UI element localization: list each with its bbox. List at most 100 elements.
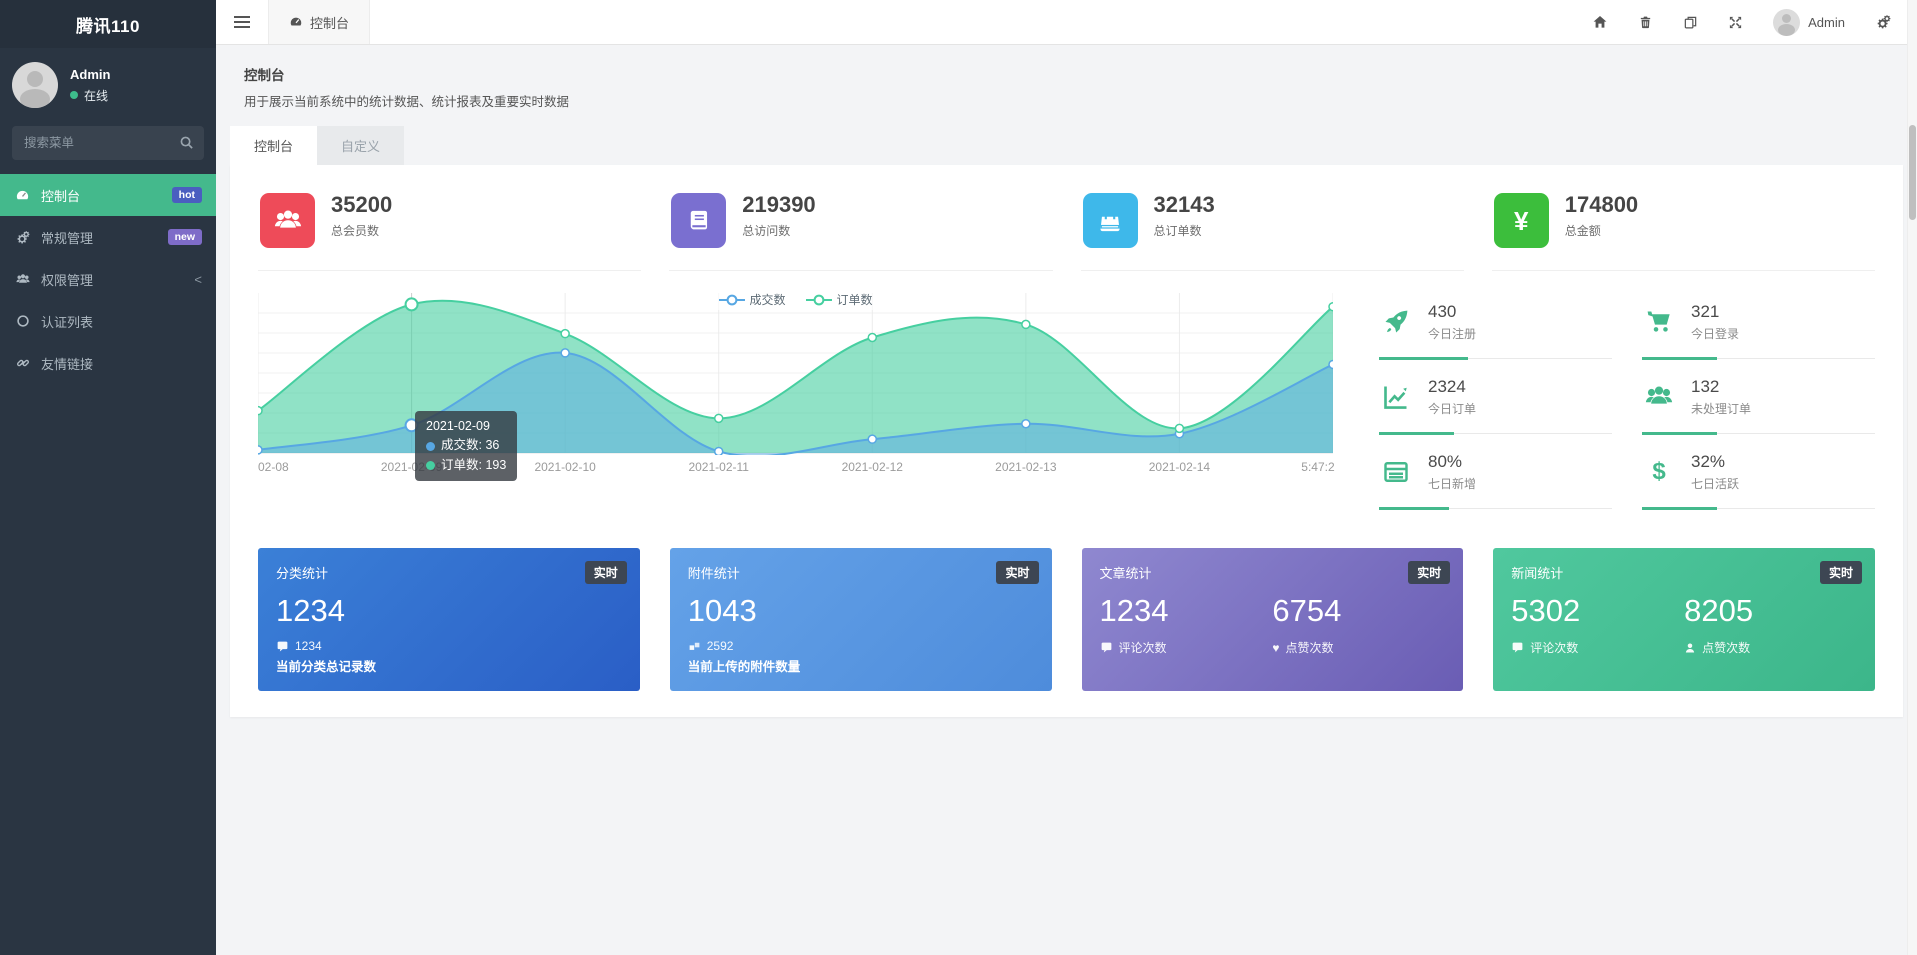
search-input[interactable] xyxy=(12,126,204,160)
rocket-icon xyxy=(1379,308,1413,336)
copy-icon[interactable] xyxy=(1683,15,1698,30)
realtime-badge: 实时 xyxy=(1408,561,1450,584)
user-status-label: 在线 xyxy=(84,87,108,104)
avatar[interactable] xyxy=(12,62,58,108)
summary-value: 32143 xyxy=(1154,193,1215,217)
today-stat-value: 430 xyxy=(1428,302,1476,322)
sidebar-item-dashboard[interactable]: 控制台 hot xyxy=(0,174,216,216)
today-stat-value: 321 xyxy=(1691,302,1739,322)
users-icon xyxy=(14,272,31,287)
sidebar-item-label: 认证列表 xyxy=(41,312,93,331)
x-axis-label: 2021-02-14 xyxy=(1149,460,1210,474)
today-stat-label: 未处理订单 xyxy=(1691,400,1751,417)
cubes-icon xyxy=(688,640,701,653)
search-icon[interactable] xyxy=(179,135,194,150)
legend-item-orders[interactable]: 订单数 xyxy=(806,291,873,308)
realtime-row: 分类统计 实时 1234 1234 当前分类总记录数 附件统计 实时 1043 xyxy=(230,522,1903,691)
today-stat-value: 132 xyxy=(1691,377,1751,397)
today-stat-label: 今日订单 xyxy=(1428,400,1476,417)
card-category-stats[interactable]: 分类统计 实时 1234 1234 当前分类总记录数 xyxy=(258,548,640,691)
today-stat-label: 今日登录 xyxy=(1691,325,1739,342)
today-stat-value: 2324 xyxy=(1428,377,1476,397)
page-header: 控制台 用于展示当前系统中的统计数据、统计报表及重要实时数据 xyxy=(216,46,1917,122)
orders-chart[interactable]: 成交数 订单数 02-082021-02-092021-02-102021-02… xyxy=(258,293,1333,518)
legend-item-deals[interactable]: 成交数 xyxy=(718,291,785,308)
progress-bar xyxy=(1642,433,1875,434)
card-title: 新闻统计 xyxy=(1511,563,1857,582)
x-axis-label: 2021-02-13 xyxy=(995,460,1056,474)
chart-x-axis: 02-082021-02-092021-02-102021-02-112021-… xyxy=(258,458,1333,478)
tab-dashboard[interactable]: 控制台 xyxy=(230,126,317,165)
realtime-badge: 实时 xyxy=(996,561,1038,584)
progress-bar xyxy=(1379,358,1612,359)
today-stat: 430今日注册 xyxy=(1379,293,1612,359)
scrollbar-thumb[interactable] xyxy=(1909,125,1916,220)
online-dot-icon xyxy=(70,91,78,99)
summary-label: 总访问数 xyxy=(742,222,815,239)
hot-badge: hot xyxy=(172,187,202,203)
today-stat: 321 今日登录 xyxy=(1642,293,1875,359)
today-stats: 430今日注册 321 今日登录 2324 今日订单 132 未处理订单 80% 七日新增 $32… xyxy=(1333,293,1875,518)
comment-icon xyxy=(1100,641,1113,654)
heart-icon: ♥ xyxy=(1272,642,1279,654)
cogs-icon xyxy=(14,230,31,245)
sidebar-item-label: 权限管理 xyxy=(41,270,93,289)
card-description: 当前分类总记录数 xyxy=(276,656,622,675)
comment-icon xyxy=(1511,641,1524,654)
sidebar-item-cert-list[interactable]: 认证列表 xyxy=(0,300,216,342)
topbar-user[interactable]: Admin xyxy=(1773,9,1845,36)
x-axis-label: 2021-02-11 xyxy=(688,460,749,474)
scrollbar[interactable] xyxy=(1907,0,1917,955)
sidebar-item-links[interactable]: 友情链接 xyxy=(0,342,216,384)
card-metric-likes: 6754 ♥ 点赞次数 xyxy=(1272,582,1445,656)
dashboard-panel: 35200 总会员数 219390 总访问数 xyxy=(230,165,1903,717)
sidebar-item-label: 常规管理 xyxy=(41,228,93,247)
user-name: Admin xyxy=(70,67,110,82)
today-stat-value: 32% xyxy=(1691,452,1739,472)
summary-label: 总会员数 xyxy=(331,222,392,239)
summary-label: 总订单数 xyxy=(1154,222,1215,239)
trash-icon[interactable] xyxy=(1638,15,1653,30)
sidebar-item-label: 友情链接 xyxy=(41,354,93,373)
card-news-stats[interactable]: 新闻统计 实时 5302 评论次数 8205 xyxy=(1493,548,1875,691)
card-article-stats[interactable]: 文章统计 实时 1234 评论次数 6754 xyxy=(1082,548,1464,691)
sidebar-item-auth[interactable]: 权限管理 < xyxy=(0,258,216,300)
tachometer-icon xyxy=(289,15,303,29)
chart-canvas[interactable] xyxy=(258,293,1333,455)
today-stat-value: 80% xyxy=(1428,452,1476,472)
card-title: 附件统计 xyxy=(688,563,1034,582)
chart-legend: 成交数 订单数 xyxy=(712,289,878,310)
topbar: 控制台 Admin xyxy=(216,0,1917,45)
topbar-tab-dashboard[interactable]: 控制台 xyxy=(268,0,370,44)
x-axis-label: 2021-02-10 xyxy=(534,460,595,474)
today-stat-label: 七日新增 xyxy=(1428,475,1476,492)
summary-row: 35200 总会员数 219390 总访问数 xyxy=(230,165,1903,271)
expand-icon[interactable] xyxy=(1728,15,1743,30)
card-attachment-stats[interactable]: 附件统计 实时 1043 2592 当前上传的附件数量 xyxy=(670,548,1052,691)
summary-value: 219390 xyxy=(742,193,815,217)
tab-custom[interactable]: 自定义 xyxy=(317,126,404,165)
x-axis-label: 5:47:2 xyxy=(1301,460,1334,474)
sidebar-item-general[interactable]: 常规管理 new xyxy=(0,216,216,258)
today-stat: 2324 今日订单 xyxy=(1379,368,1612,434)
summary-card-amount: ¥ 174800 总金额 xyxy=(1492,193,1875,271)
card-value: 1043 xyxy=(688,593,1034,629)
home-icon[interactable] xyxy=(1592,14,1608,30)
user-panel: Admin 在线 xyxy=(0,48,216,124)
users-icon xyxy=(260,193,315,248)
cogs-icon[interactable] xyxy=(1875,14,1891,30)
card-metric-comments: 1234 评论次数 xyxy=(1100,582,1273,656)
shopping-bag-icon xyxy=(1083,193,1138,248)
card-metric-comments: 5302 评论次数 xyxy=(1511,582,1684,656)
content-tabs: 控制台 自定义 xyxy=(230,126,1903,165)
hamburger-menu-icon[interactable] xyxy=(216,0,268,44)
realtime-badge: 实时 xyxy=(1820,561,1862,584)
chart-line-icon xyxy=(1379,383,1413,411)
avatar xyxy=(1773,9,1800,36)
card-title: 文章统计 xyxy=(1100,563,1446,582)
summary-value: 174800 xyxy=(1565,193,1638,217)
today-stat: $32%七日活跃 xyxy=(1642,443,1875,509)
progress-bar xyxy=(1379,508,1612,509)
user-icon xyxy=(1684,642,1696,654)
chevron-left-icon: < xyxy=(194,272,202,287)
